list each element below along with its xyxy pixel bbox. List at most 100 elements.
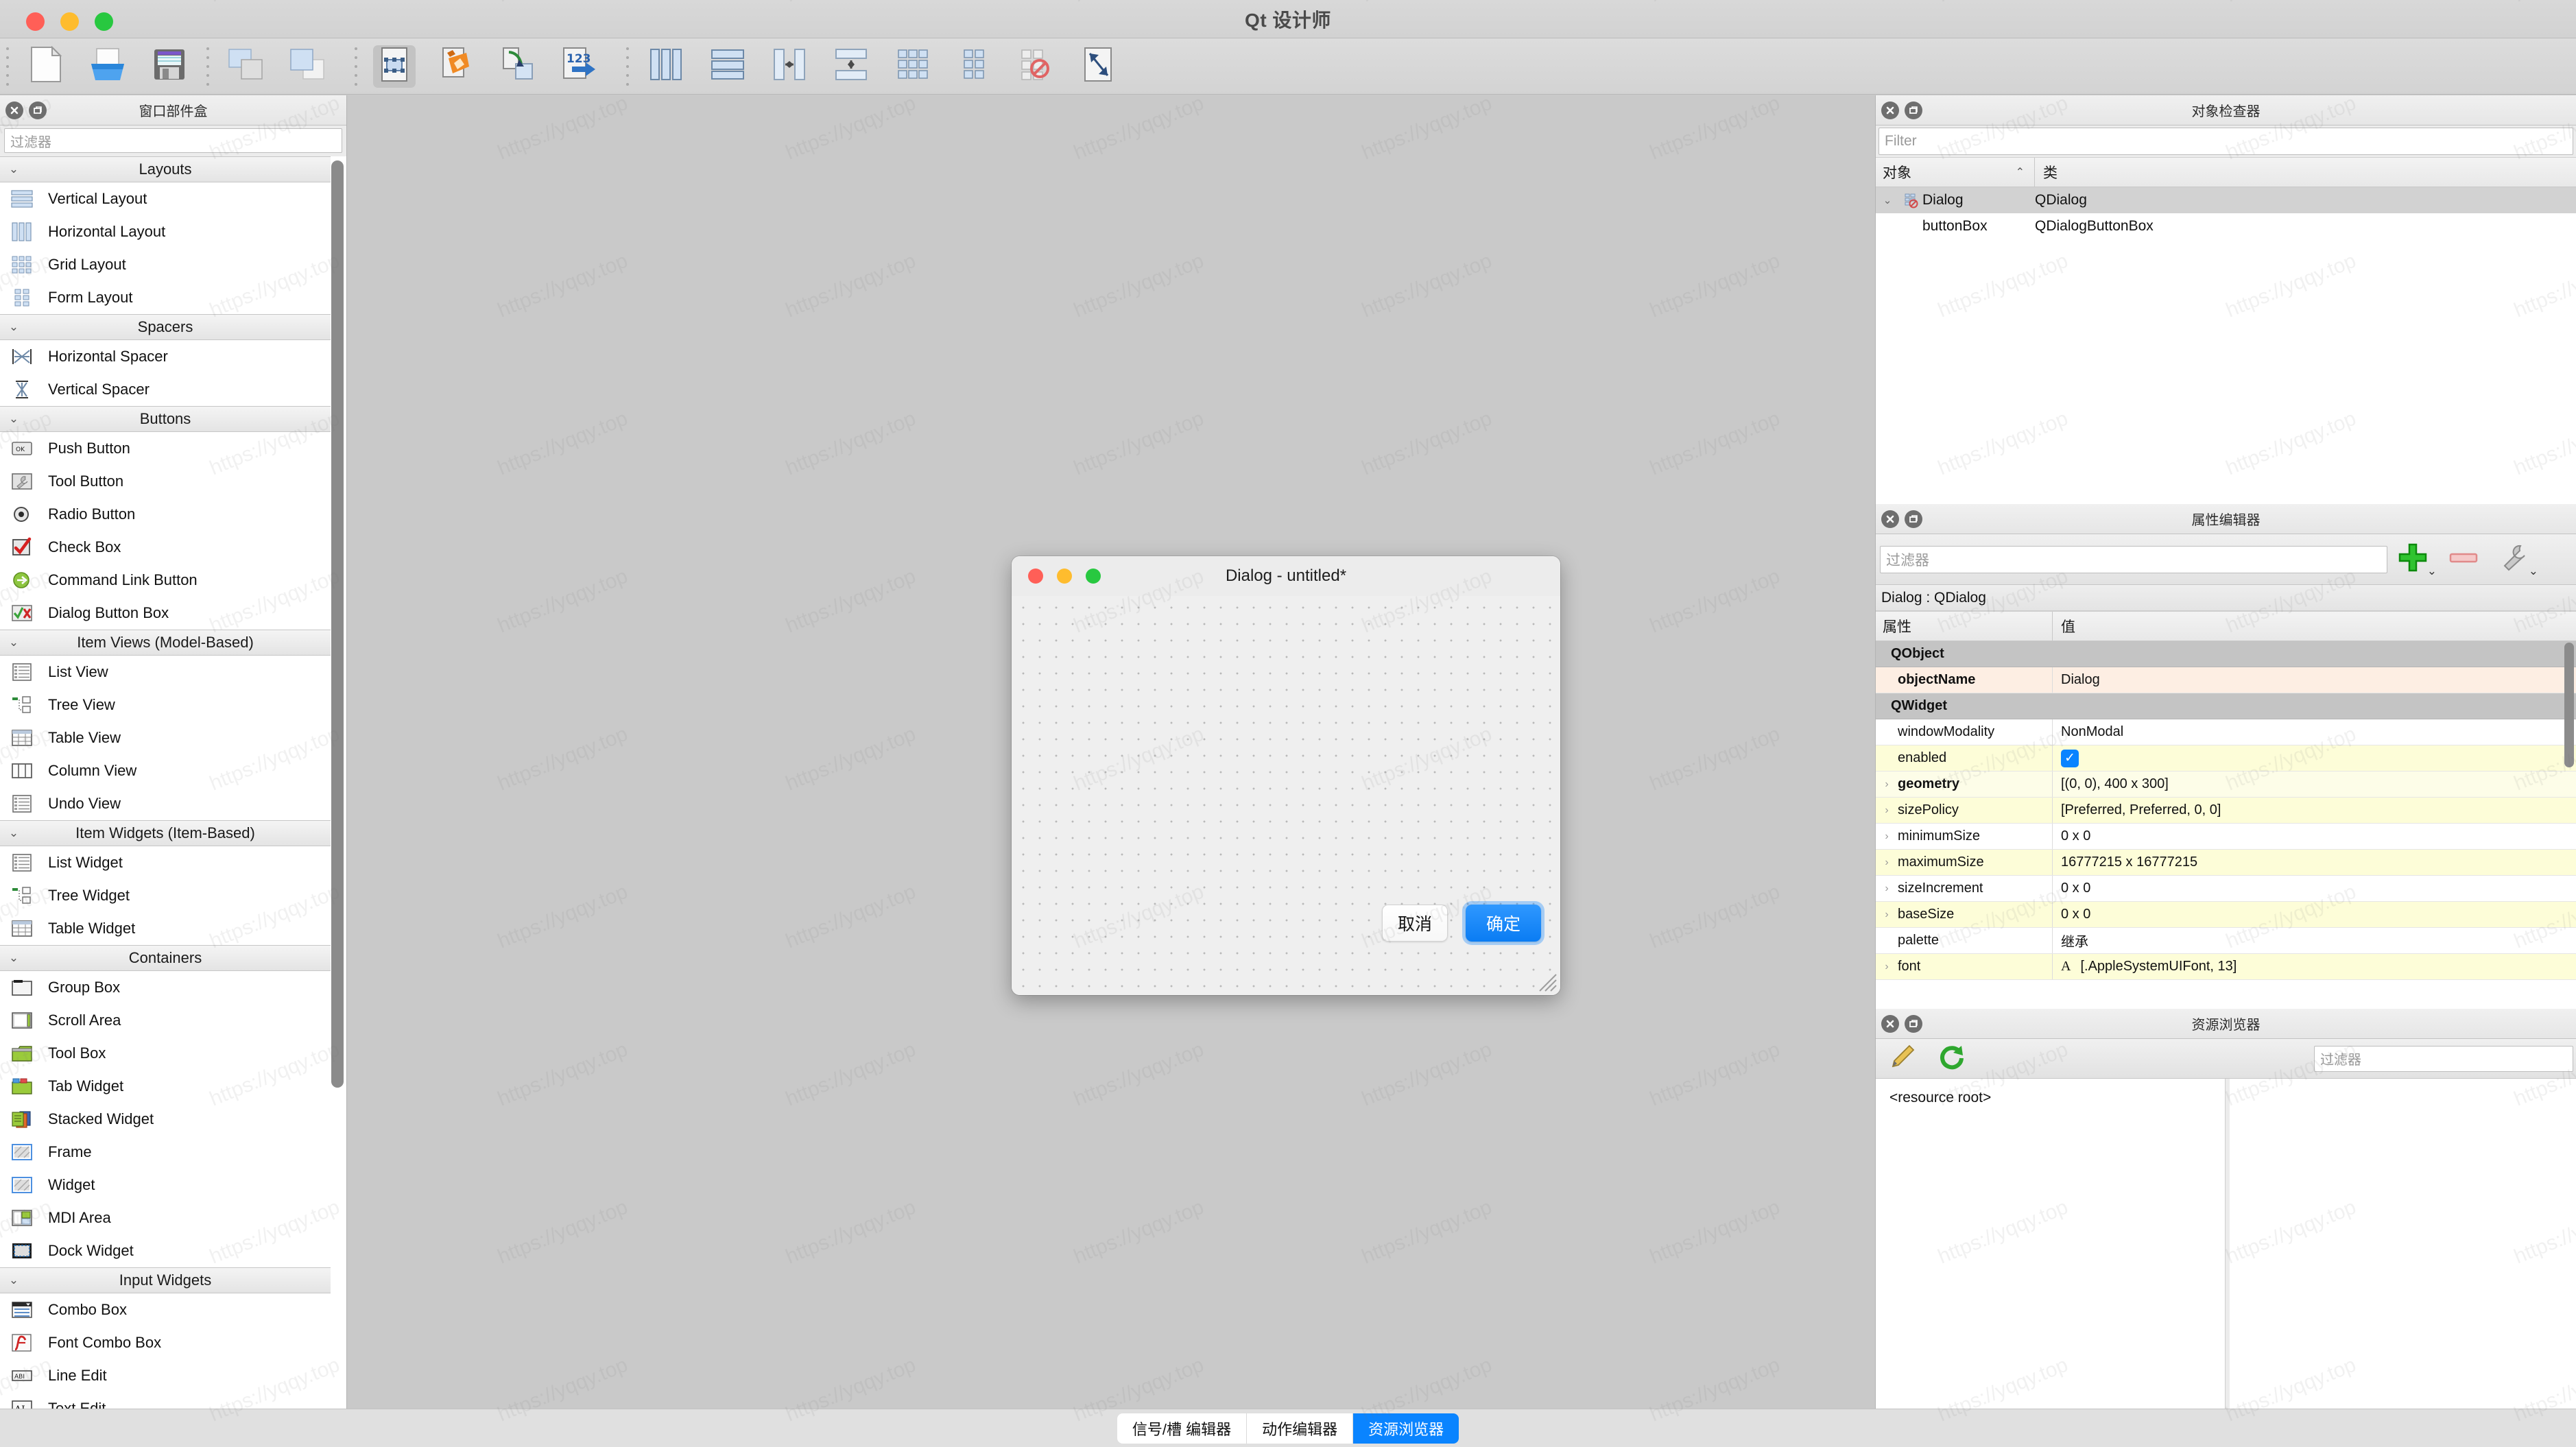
- property-checkbox[interactable]: ✓: [2061, 750, 2079, 767]
- edit-buddies-button[interactable]: [497, 45, 539, 88]
- reload-resources-button[interactable]: [1933, 1043, 1970, 1075]
- toolbar-grip-file[interactable]: [0, 45, 15, 88]
- edit-tab-order-button[interactable]: 123: [558, 45, 601, 88]
- form-resize-grip[interactable]: [1531, 966, 1558, 992]
- property-row[interactable]: ›minimumSize0 x 0: [1876, 824, 2576, 850]
- redo-button[interactable]: [287, 45, 329, 88]
- widget-list-item[interactable]: Stacked Widget: [0, 1103, 331, 1136]
- property-row[interactable]: enabled✓: [1876, 745, 2576, 772]
- widget-box-filter-input[interactable]: 过滤器: [4, 128, 342, 153]
- expand-chevron-icon[interactable]: ›: [1876, 830, 1898, 843]
- dialog-button-box[interactable]: 取消 确定: [1382, 905, 1541, 942]
- widget-list-item[interactable]: Command Link Button: [0, 564, 331, 597]
- resource-tree[interactable]: <resource root>: [1876, 1079, 2226, 1409]
- open-form-button[interactable]: [86, 45, 129, 88]
- expand-chevron-icon[interactable]: ›: [1876, 857, 1898, 869]
- resource-browser-filter-input[interactable]: 过滤器: [2314, 1046, 2573, 1072]
- widget-list-item[interactable]: Tool Button: [0, 465, 331, 498]
- expand-chevron-icon[interactable]: ›: [1876, 778, 1898, 791]
- design-canvas[interactable]: Dialog - untitled* 取消 确定: [348, 95, 1875, 1409]
- expand-chevron-icon[interactable]: ›: [1876, 909, 1898, 921]
- widget-list-item[interactable]: Table View: [0, 721, 331, 754]
- widget-list-item[interactable]: Radio Button: [0, 498, 331, 531]
- widget-list-item[interactable]: Vertical Spacer: [0, 373, 331, 406]
- widget-list-item[interactable]: Widget: [0, 1169, 331, 1201]
- widget-category-header[interactable]: ⌄Layouts: [0, 156, 331, 182]
- tab-signal-slot-editor[interactable]: 信号/槽 编辑器: [1117, 1413, 1247, 1444]
- property-row[interactable]: ›maximumSize16777215 x 16777215: [1876, 850, 2576, 876]
- layout-form-button[interactable]: [953, 45, 996, 88]
- widget-list-item[interactable]: Scroll Area: [0, 1004, 331, 1037]
- expand-chevron-icon[interactable]: ›: [1876, 961, 1898, 973]
- widget-list-item[interactable]: Horizontal Spacer: [0, 340, 331, 373]
- widget-list-item[interactable]: Font Combo Box: [0, 1326, 331, 1359]
- layout-horizontally-button[interactable]: [645, 45, 687, 88]
- column-header-object[interactable]: 对象 ⌃: [1876, 158, 2035, 187]
- tab-action-editor[interactable]: 动作编辑器: [1247, 1413, 1353, 1444]
- widget-list-item[interactable]: Check Box: [0, 531, 331, 564]
- widget-list-item[interactable]: Frame: [0, 1136, 331, 1169]
- adjust-size-button[interactable]: [1077, 45, 1119, 88]
- tab-resource-browser[interactable]: 资源浏览器: [1353, 1413, 1459, 1444]
- edit-signals-slots-button[interactable]: [435, 45, 477, 88]
- widget-list-item[interactable]: Table Widget: [0, 912, 331, 945]
- toolbar-grip-mode[interactable]: [348, 45, 363, 88]
- new-form-button[interactable]: [25, 45, 67, 88]
- property-row[interactable]: palette继承: [1876, 928, 2576, 954]
- widget-box-scrollbar[interactable]: [331, 160, 344, 1088]
- widget-list-item[interactable]: Tree Widget: [0, 879, 331, 912]
- widget-list-item[interactable]: Form Layout: [0, 281, 331, 314]
- property-editor-scrollbar[interactable]: [2564, 643, 2574, 767]
- widget-list-item[interactable]: MDI Area: [0, 1201, 331, 1234]
- column-header-property[interactable]: 属性: [1876, 612, 2053, 641]
- expand-chevron-icon[interactable]: ›: [1876, 883, 1898, 895]
- expand-chevron-icon[interactable]: ⌄: [1876, 194, 1899, 206]
- edit-widgets-button[interactable]: [373, 45, 416, 88]
- layout-splitter-h-button[interactable]: [768, 45, 811, 88]
- undo-button[interactable]: [225, 45, 267, 88]
- property-row[interactable]: ›sizePolicy[Preferred, Preferred, 0, 0]: [1876, 798, 2576, 824]
- widget-list-item[interactable]: Group Box: [0, 971, 331, 1004]
- object-inspector-row-buttonbox[interactable]: buttonBox QDialogButtonBox: [1876, 213, 2576, 239]
- property-row[interactable]: ›sizeIncrement0 x 0: [1876, 876, 2576, 902]
- expand-chevron-icon[interactable]: ›: [1876, 804, 1898, 817]
- object-inspector-tree[interactable]: ⌄ Dialog QDialog buttonBox: [1876, 187, 2576, 504]
- widget-list-item[interactable]: List View: [0, 656, 331, 689]
- widget-category-header[interactable]: ⌄Item Widgets (Item-Based): [0, 820, 331, 846]
- widget-list-item[interactable]: Horizontal Layout: [0, 215, 331, 248]
- object-inspector-filter-input[interactable]: Filter: [1879, 128, 2573, 155]
- property-editor-filter-input[interactable]: 过滤器: [1880, 546, 2387, 573]
- remove-property-button[interactable]: [2438, 538, 2489, 581]
- configure-property-button[interactable]: ⌄: [2489, 538, 2540, 581]
- form-canvas-body[interactable]: 取消 确定: [1012, 596, 1560, 995]
- property-row[interactable]: ›baseSize0 x 0: [1876, 902, 2576, 928]
- column-header-class[interactable]: 类: [2035, 162, 2576, 182]
- save-form-button[interactable]: [148, 45, 191, 88]
- widget-list-item[interactable]: Tab Widget: [0, 1070, 331, 1103]
- widget-list-item[interactable]: Combo Box: [0, 1293, 331, 1326]
- toolbar-grip-edit[interactable]: [200, 45, 215, 88]
- add-property-button[interactable]: ⌄: [2387, 538, 2438, 581]
- form-window[interactable]: Dialog - untitled* 取消 确定: [1012, 556, 1560, 995]
- column-header-value[interactable]: 值: [2053, 616, 2576, 636]
- toolbar-grip-layout[interactable]: [620, 45, 635, 88]
- edit-resources-button[interactable]: [1884, 1043, 1921, 1075]
- widget-category-header[interactable]: ⌄Containers: [0, 945, 331, 971]
- layout-vertically-button[interactable]: [706, 45, 749, 88]
- widget-list-item[interactable]: OKPush Button: [0, 432, 331, 465]
- cancel-button[interactable]: 取消: [1382, 905, 1448, 942]
- widget-list-item[interactable]: Tree View: [0, 689, 331, 721]
- property-row[interactable]: ›fontA[.AppleSystemUIFont, 13]: [1876, 954, 2576, 980]
- widget-list-item[interactable]: ABILine Edit: [0, 1359, 331, 1392]
- widget-list-item[interactable]: Undo View: [0, 787, 331, 820]
- chevron-down-icon[interactable]: ⌄: [2529, 564, 2538, 578]
- property-row[interactable]: ›geometry[(0, 0), 400 x 300]: [1876, 772, 2576, 798]
- property-row[interactable]: objectNameDialog: [1876, 667, 2576, 693]
- widget-category-header[interactable]: ⌄Item Views (Model-Based): [0, 630, 331, 656]
- widget-list-item[interactable]: List Widget: [0, 846, 331, 879]
- widget-list-item[interactable]: Dialog Button Box: [0, 597, 331, 630]
- layout-splitter-v-button[interactable]: [830, 45, 872, 88]
- widget-category-header[interactable]: ⌄Spacers: [0, 314, 331, 340]
- widget-list-item[interactable]: Vertical Layout: [0, 182, 331, 215]
- widget-list-item[interactable]: Column View: [0, 754, 331, 787]
